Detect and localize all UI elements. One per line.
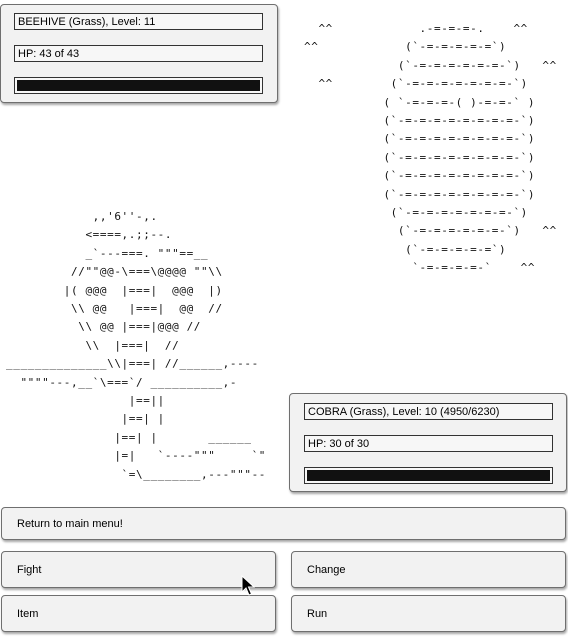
player-hp-bar-fill bbox=[17, 80, 260, 91]
enemy-hp-text: HP: 30 of 30 bbox=[304, 435, 553, 452]
enemy-hp-bar-fill bbox=[307, 470, 550, 481]
player-status-panel: BEEHIVE (Grass), Level: 11 HP: 43 of 43 bbox=[0, 4, 278, 103]
change-button[interactable]: Change bbox=[291, 551, 566, 588]
enemy-status-panel: COBRA (Grass), Level: 10 (4950/6230) HP:… bbox=[289, 393, 567, 492]
main-menu-button[interactable]: Return to main menu! bbox=[1, 507, 566, 540]
player-hp-bar bbox=[14, 77, 263, 94]
enemy-hp-bar bbox=[304, 467, 553, 484]
player-hp-text: HP: 43 of 43 bbox=[14, 45, 263, 62]
enemy-name-level: COBRA (Grass), Level: 10 (4950/6230) bbox=[304, 403, 553, 420]
mouse-cursor-icon bbox=[241, 575, 255, 596]
player-name-level: BEEHIVE (Grass), Level: 11 bbox=[14, 13, 263, 30]
item-button[interactable]: Item bbox=[1, 595, 276, 632]
run-button[interactable]: Run bbox=[291, 595, 566, 632]
beehive-ascii-art: ^^ .-=-=-=-. ^^ ^^ (`-=-=-=-=-=`) (`-=-=… bbox=[304, 22, 557, 275]
cobra-ascii-art: ,,'6''-,. <====,.;;--. _`---===. """==__… bbox=[6, 210, 267, 481]
fight-button[interactable]: Fight bbox=[1, 551, 276, 588]
